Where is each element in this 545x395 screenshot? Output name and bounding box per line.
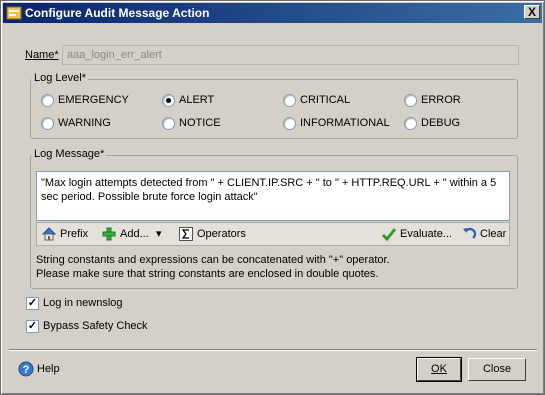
ok-label: OK <box>431 363 447 375</box>
radio-button[interactable] <box>283 117 296 130</box>
sigma-icon <box>179 227 193 241</box>
radio-button[interactable] <box>283 94 296 107</box>
close-window-button[interactable]: X <box>524 5 540 19</box>
log-message-textarea[interactable]: "Max login attempts detected from " + CL… <box>36 171 510 221</box>
clear-label: Clear <box>480 228 507 240</box>
radio-label: ALERT <box>179 94 215 106</box>
quotes-hint: Please make sure that string constants a… <box>36 268 379 280</box>
expression-toolbar: Prefix Add... ▾ Operators Evaluate... Cl… <box>36 222 510 246</box>
checkbox-checked[interactable]: ✓ <box>26 320 39 333</box>
radio-button-selected[interactable] <box>162 94 175 107</box>
checkmark-icon <box>381 228 397 242</box>
evaluate-label: Evaluate... <box>400 228 452 240</box>
prefix-label: Prefix <box>60 228 89 240</box>
name-field[interactable]: aaa_login_err_alert <box>62 45 519 65</box>
clear-button[interactable]: Clear <box>461 226 509 244</box>
name-label: Name* <box>25 49 59 61</box>
title-bar[interactable]: Configure Audit Message Action X <box>3 3 542 23</box>
footer-divider <box>9 349 537 351</box>
radio-button[interactable] <box>41 94 54 107</box>
chevron-down-icon[interactable]: ▾ <box>156 227 162 240</box>
close-button[interactable]: Close <box>468 358 526 381</box>
checkbox-checked[interactable]: ✓ <box>26 297 39 310</box>
radio-label: EMERGENCY <box>58 94 129 106</box>
name-label-text: Name* <box>25 49 59 61</box>
radio-label: INFORMATIONAL <box>300 117 390 129</box>
radio-label: DEBUG <box>421 117 461 129</box>
radio-label: WARNING <box>58 117 111 129</box>
undo-icon <box>463 227 477 239</box>
radio-button[interactable] <box>162 117 175 130</box>
close-icon: X <box>527 5 536 19</box>
bypass-safety-check-label: Bypass Safety Check <box>43 320 148 332</box>
add-label: Add... <box>120 228 149 240</box>
operators-label: Operators <box>197 228 246 240</box>
ok-button[interactable]: OK <box>416 357 462 382</box>
plus-icon <box>102 227 116 241</box>
radio-label: ERROR <box>421 94 461 106</box>
dialog-window: Configure Audit Message Action X Name* a… <box>0 0 545 395</box>
help-icon: ? <box>18 361 34 377</box>
dialog-title: Configure Audit Message Action <box>25 6 210 20</box>
log-level-legend: Log Level* <box>32 72 88 84</box>
radio-button[interactable] <box>404 94 417 107</box>
house-icon <box>41 227 57 241</box>
add-button[interactable]: Add... ▾ <box>101 226 163 244</box>
log-in-newnslog-label: Log in newnslog <box>43 297 123 309</box>
radio-label: CRITICAL <box>300 94 351 106</box>
radio-button[interactable] <box>404 117 417 130</box>
concat-hint: String constants and expressions can be … <box>36 254 390 266</box>
prefix-button[interactable]: Prefix <box>41 226 93 244</box>
log-level-group <box>30 79 518 139</box>
svg-text:?: ? <box>23 364 30 376</box>
operators-button[interactable]: Operators <box>178 226 250 244</box>
app-icon <box>6 6 22 20</box>
close-label: Close <box>482 363 512 375</box>
help-label: Help <box>37 363 60 375</box>
log-message-legend: Log Message* <box>32 148 107 160</box>
radio-label: NOTICE <box>179 117 221 129</box>
radio-button[interactable] <box>41 117 54 130</box>
evaluate-button[interactable]: Evaluate... <box>381 226 453 244</box>
